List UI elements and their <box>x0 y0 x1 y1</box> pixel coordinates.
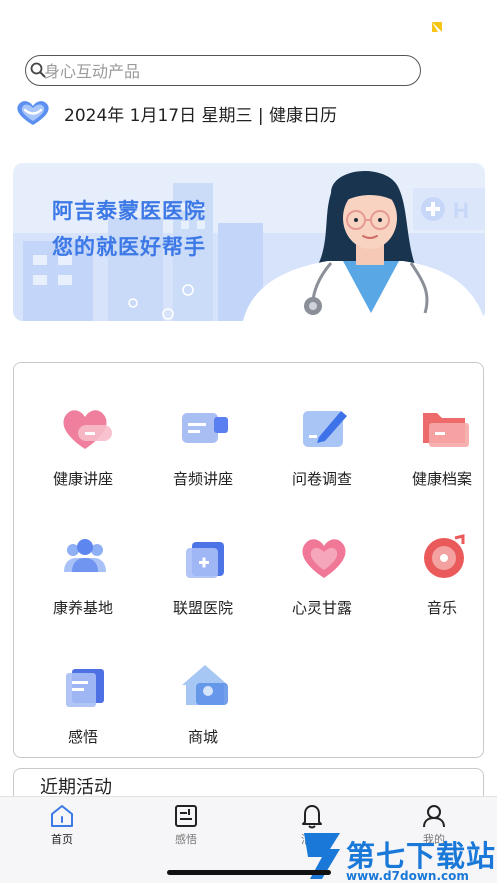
grid-item-reflections[interactable]: 感悟 <box>24 634 142 746</box>
hospital-banner[interactable]: H 阿吉泰蒙医医院 您的就医好帮手 <box>13 163 485 321</box>
video-camera-icon <box>182 413 228 443</box>
health-calendar-bar[interactable]: 2024年 1月17日 星期三 | 健康日历 <box>14 98 337 128</box>
date-text: 2024年 1月17日 星期三 | 健康日历 <box>64 105 338 126</box>
grid-item-label: 心灵甘露 <box>291 599 352 617</box>
grid-item-store[interactable]: 商城 <box>144 634 262 746</box>
folder-icon <box>423 413 469 447</box>
grid-item-label: 联盟医院 <box>172 599 233 617</box>
book-icon <box>66 669 104 707</box>
grid-item-label: 问卷调查 <box>291 470 352 488</box>
grid-item-label: 健康讲座 <box>52 470 113 488</box>
edit-pen-icon <box>303 411 347 447</box>
feature-grid: 健康讲座 音频讲座 问卷调查 健康档案 康养基地 联盟医院 心灵甘露 音乐 感悟… <box>13 362 484 758</box>
grid-item-label: 健康档案 <box>411 470 472 488</box>
grid-item-label: 感悟 <box>67 728 98 746</box>
music-disc-icon <box>424 534 465 578</box>
search-bar[interactable] <box>25 55 421 86</box>
grid-item-label: 康养基地 <box>52 599 113 617</box>
banner-subtitle: 您的就医好帮手 <box>52 235 206 259</box>
grid-item-audio-lecture[interactable]: 音频讲座 <box>144 376 262 488</box>
grid-item-label: 商城 <box>187 728 218 746</box>
heart-icon <box>302 539 346 578</box>
grid-item-alliance-hospital[interactable]: 联盟医院 <box>144 505 262 617</box>
heart-pill-icon <box>63 410 112 449</box>
grid-item-survey[interactable]: 问卷调查 <box>263 376 381 488</box>
grid-item-label: 音乐 <box>426 599 457 617</box>
grid-item-health-record[interactable]: 健康档案 <box>383 376 497 488</box>
tab-label: 首页 <box>51 833 73 846</box>
watermark-url: www.d7down.com <box>346 869 469 883</box>
banner-title: 阿吉泰蒙医医院 <box>52 199 206 223</box>
home-indicator <box>167 870 331 875</box>
grid-item-wellness-base[interactable]: 康养基地 <box>24 505 142 617</box>
hospital-plus-icon <box>186 542 224 578</box>
tab-label: 感悟 <box>175 833 197 846</box>
tab-home[interactable]: 首页 <box>22 803 102 853</box>
status-indicator-icon <box>432 22 442 32</box>
svg-text:H: H <box>453 198 469 223</box>
heart-calendar-icon <box>17 101 49 125</box>
tab-reflections[interactable]: 感悟 <box>146 803 226 853</box>
grid-item-health-lecture[interactable]: 健康讲座 <box>24 376 142 488</box>
group-people-icon <box>64 539 106 572</box>
home-icon <box>51 805 73 827</box>
search-input[interactable] <box>44 59 404 83</box>
grid-item-label: 音频讲座 <box>172 470 233 488</box>
grid-item-music[interactable]: 音乐 <box>383 505 497 617</box>
notebook-icon <box>175 805 197 827</box>
grid-item-soul-nectar[interactable]: 心灵甘露 <box>263 505 381 617</box>
house-store-icon <box>182 665 228 705</box>
